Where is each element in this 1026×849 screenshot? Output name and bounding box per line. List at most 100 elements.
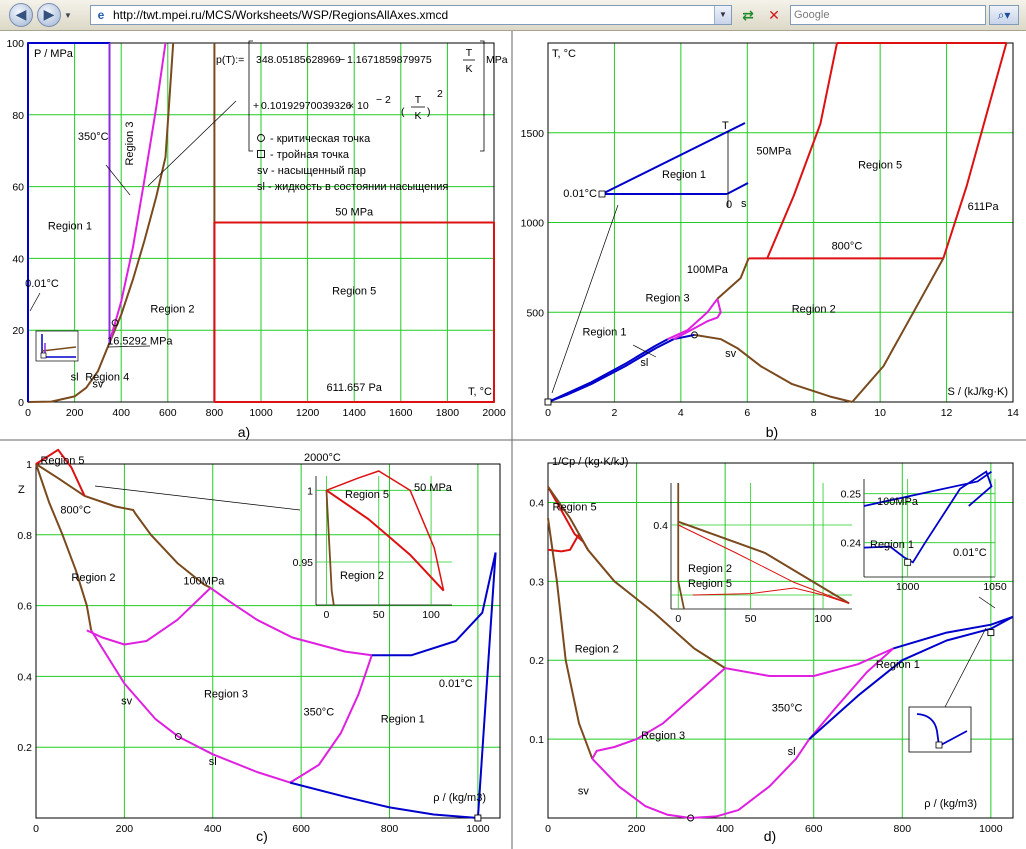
annotation-region-1: Region 1 [582,327,626,339]
x-tick-label: 1800 [436,407,460,419]
x-tick-label: 1000 [979,823,1003,835]
address-dropdown-icon[interactable]: ▼ [714,6,731,24]
formula-op1: − [339,54,345,66]
annotation-region-2: Region 2 [71,572,115,584]
inset-d2: 1000 1050 0.24 0.25 100MPa Region 1 0.01°C [841,470,1007,593]
inset-b-label-001c: 0.01°C [563,188,597,200]
x-tick-label: 600 [292,823,310,835]
annotation-0-01-c: 0.01°C [439,678,473,690]
chart-caption: d) [764,828,776,844]
chart-d: 0 200 400 600 800 10000.10.20.30.4 Region 5Reg… [529,456,1014,844]
address-text[interactable]: http://twt.mpei.ru/MCS/Worksheets/WSP/Re… [113,8,448,22]
x-tick-label: 0 [33,823,39,835]
y-axis-label: Z [18,484,25,496]
search-input[interactable]: Google [790,5,986,25]
formula-frac2-den: K [414,110,421,122]
inset-c-y-tick: 0.95 [293,557,314,569]
triple-point-marker [987,629,995,637]
annotation-region-5: Region 5 [40,455,84,467]
annotation-50-mpa: 50 MPa [335,206,374,218]
refresh-icon[interactable]: ⇄ [737,5,759,25]
back-arrow-icon[interactable]: ◀ [9,3,33,27]
annotation-region-2: Region 2 [792,303,836,315]
annotation-sl: sl [209,756,217,768]
x-tick-label: 6 [744,407,750,419]
inset-d1-x-tick: 0 [675,613,681,625]
legend: - критическая точка - тройная точка sv - н… [257,133,448,193]
y-tick-label: 0.6 [17,601,32,613]
series-p100 [893,615,1014,650]
series-sv [591,738,811,819]
x-axis-label: ρ / (kg/m3) [924,798,977,810]
annotation-sv: sv [92,379,104,391]
annotation-350-c: 350°C [303,706,334,718]
annotation-region-3: Region 3 [204,689,248,701]
chart-canvas: 0 200 400 600 800 1000 1200 1400 1600 1800 2000020… [0,31,1026,849]
series-p611-lo [851,257,945,403]
inset-b-label-s: s [741,198,747,210]
formula-exponent: − 2 [376,94,391,106]
inset-c-label-2000c: 2000°C [304,452,341,464]
formula-c1: 1.1671859879975 [347,54,432,66]
x-tick-label: 14 [1007,407,1019,419]
x-tick-label: 8 [811,407,817,419]
inset-d2-triple-marker [904,558,912,566]
chart-caption: a) [238,424,250,440]
inset-b-label-region: Region 1 [662,169,706,181]
history-dropdown-icon[interactable]: ▼ [64,11,74,21]
x-tick-label: 200 [628,823,646,835]
x-axis-label: S / (kJ/kg·K) [947,386,1008,398]
x-tick-label: 12 [941,407,953,419]
x-tick-label: 0 [545,407,551,419]
legend-item: sv - насыщенный пар [257,165,366,177]
formula-frac2-num: T [415,94,422,106]
leader-formula [147,100,237,187]
address-bar[interactable]: e http://twt.mpei.ru/MCS/Worksheets/WSP/… [90,5,732,25]
inset-d2-y-tick: 0.25 [841,489,862,501]
leader-001c [29,292,41,312]
x-tick-label: 1400 [343,407,367,419]
y-tick-label: 20 [12,325,24,337]
stop-icon[interactable]: ✕ [763,5,785,25]
y-axis-label: P / MPa [34,48,74,60]
inset-b: T Region 1 0.01°C 0 s [563,120,749,211]
x-tick-label: 800 [206,407,224,419]
forward-arrow-icon[interactable]: ▶ [37,3,61,27]
annotation-region-3: Region 3 [124,121,136,165]
inset-d2-label-100mpa: 100MPa [877,496,919,508]
formula-frac-den: K [465,63,472,75]
chart-caption: b) [766,424,778,440]
annotation-sl: sl [788,746,796,758]
series-p100-mag [210,587,372,657]
annotation-100mpa: 100MPa [183,575,225,587]
y-axis-label: 1/Cp / (kg·K/kJ) [552,456,628,468]
series-p100 [547,338,669,403]
x-tick-label: 2000 [482,407,506,419]
series-sv-upper [547,518,594,760]
x-axis-label: ρ / (kg/m3) [433,792,486,804]
annotation-region-5: Region 5 [858,160,902,172]
series-t350-liquid [289,654,373,784]
legend-item: - критическая точка [270,133,371,145]
x-tick-label: 0 [545,823,551,835]
annotation-sv: sv [578,785,590,797]
formula-paren-left: ( [401,106,405,118]
inset-c-x-tick: 50 [373,609,385,621]
inset-d1-label-region5: Region 5 [688,578,732,590]
inset-d2-x-tick: 1000 [896,581,920,593]
x-tick-label: 4 [678,407,684,419]
annotation-100mpa: 100MPa [687,264,729,276]
annotation-611-657-pa: 611.657 Pa [326,382,382,394]
series-t800-boundary [35,463,212,589]
inset-d1-x-tick: 50 [745,613,757,625]
inset-c-x-tick: 100 [422,609,440,621]
formula-power: 2 [437,88,443,100]
browser-toolbar: ◀ ▶ ▼ e http://twt.mpei.ru/MCS/Worksheet… [0,0,1026,31]
inset-d2-y-tick: 0.24 [841,538,862,550]
search-icon[interactable]: ⌕▾ [989,5,1019,25]
inset-d1-y-tick: 0.4 [653,520,668,532]
y-tick-label: 0.3 [529,576,544,588]
annotation-800-c: 800°C [60,505,91,517]
x-tick-label: 400 [716,823,734,835]
chart-caption: c) [256,828,268,844]
